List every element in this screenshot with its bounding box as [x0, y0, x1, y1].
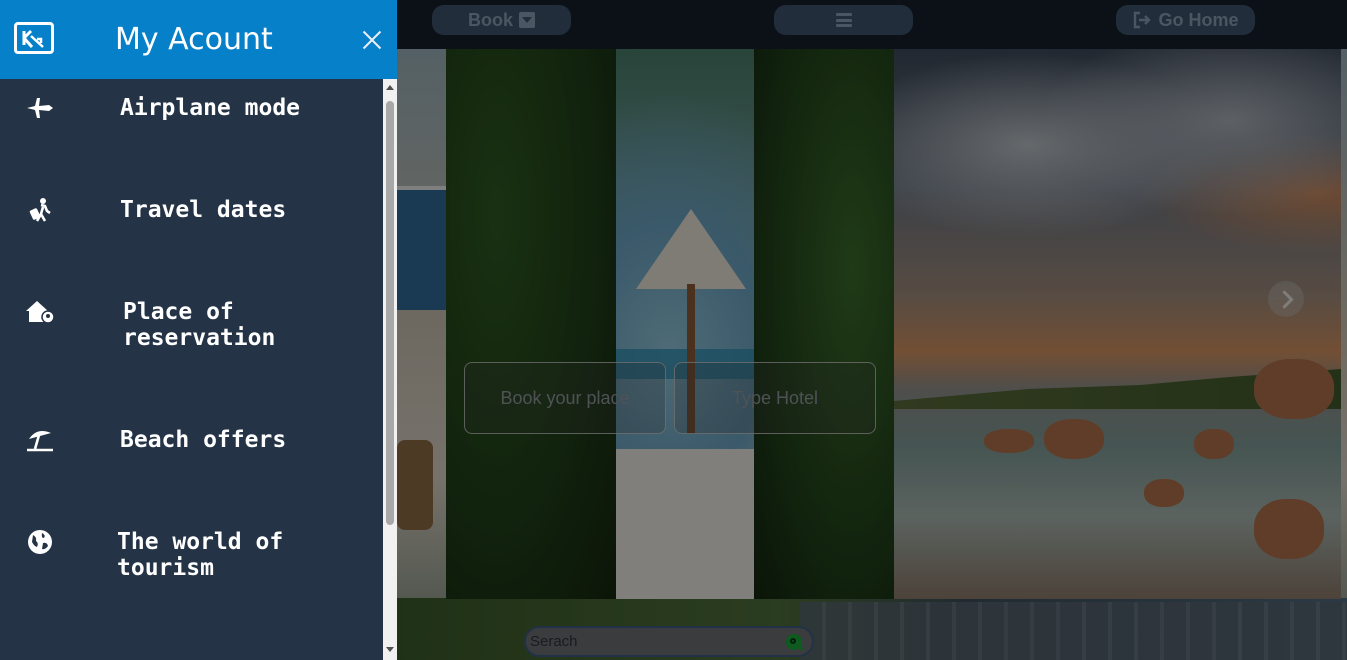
menu-item-label: The world of tourism: [117, 529, 284, 581]
traveler-icon: [24, 197, 56, 223]
scroll-up-arrow-icon[interactable]: [386, 85, 394, 90]
close-icon[interactable]: [362, 30, 382, 50]
menu-item-label: Travel dates: [120, 197, 287, 223]
menu-item-label: Airplane mode: [120, 95, 301, 121]
page-dim-overlay[interactable]: [397, 0, 1347, 660]
drawer-menu: Airplane mode Travel dates Place of rese…: [0, 79, 383, 660]
account-logo-icon: [14, 22, 54, 54]
menu-item-airplane-mode[interactable]: Airplane mode: [0, 93, 383, 133]
globe-icon: [24, 529, 56, 555]
menu-item-label: Place of reservation: [123, 299, 276, 351]
drawer-title: My Acount: [115, 22, 273, 57]
menu-item-travel-dates[interactable]: Travel dates: [0, 195, 383, 235]
menu-item-label: Beach offers: [120, 427, 287, 453]
drawer-header: My Acount: [0, 0, 397, 79]
umbrella-beach-icon: [24, 427, 56, 453]
partial-icon: [24, 653, 56, 660]
side-drawer: My Acount Airplane mode Travel dates Pla…: [0, 0, 397, 660]
menu-item-partial[interactable]: [0, 653, 383, 660]
scroll-down-arrow-icon[interactable]: [386, 647, 394, 652]
airplane-icon: [24, 95, 56, 121]
menu-item-world-of-tourism[interactable]: The world of tourism: [0, 527, 383, 583]
menu-item-place-of-reservation[interactable]: Place of reservation: [0, 297, 383, 353]
drawer-scrollbar[interactable]: [383, 79, 397, 660]
house-location-icon: [24, 299, 56, 325]
menu-item-beach-offers[interactable]: Beach offers: [0, 425, 383, 465]
scroll-thumb[interactable]: [386, 101, 394, 525]
